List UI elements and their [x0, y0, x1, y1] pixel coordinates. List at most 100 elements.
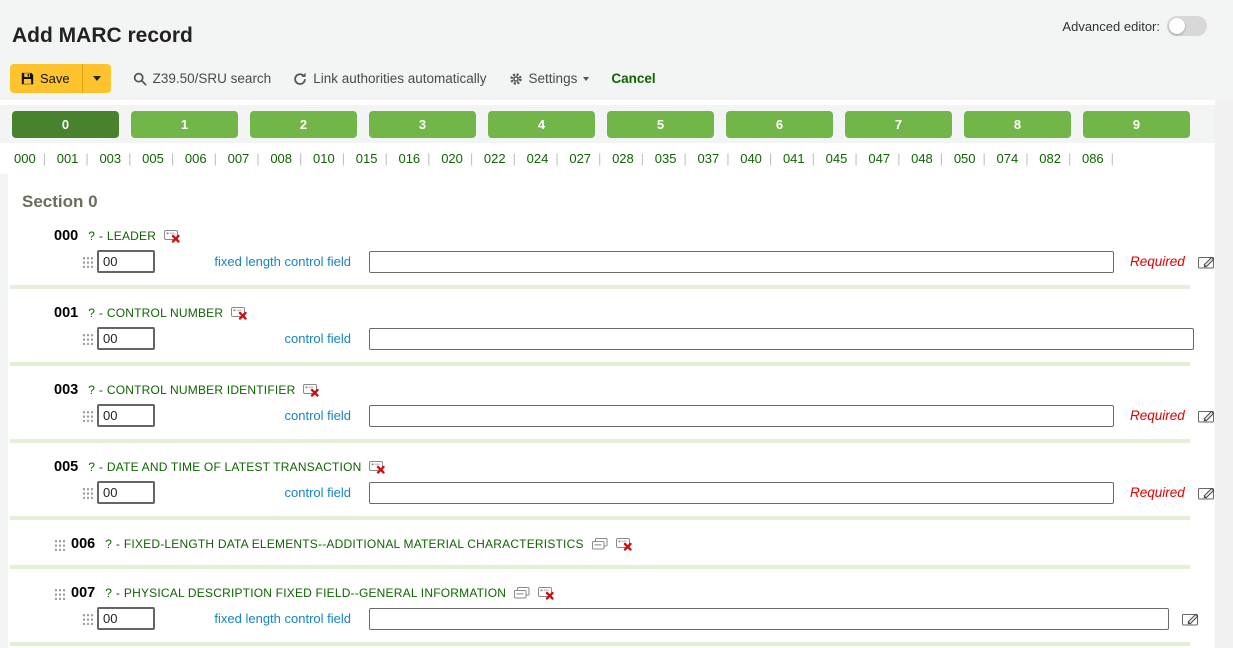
subfield-value-input[interactable]	[369, 328, 1194, 350]
tag-name-link[interactable]: DATE AND TIME OF LATEST TRANSACTION	[107, 460, 362, 474]
tag-name-link[interactable]: FIXED-LENGTH DATA ELEMENTS--ADDITIONAL M…	[124, 537, 584, 551]
section-tab-9[interactable]: 9	[1083, 111, 1190, 138]
indicator-input[interactable]	[97, 404, 155, 427]
tag-quicklink-050[interactable]: 050	[954, 151, 976, 166]
save-button[interactable]: Save	[10, 64, 83, 93]
subfield-label-link[interactable]: control field	[285, 408, 351, 423]
tag-quicklink-020[interactable]: 020	[441, 151, 463, 166]
tag-quicklink-001[interactable]: 001	[57, 151, 79, 166]
tag-quicklink-000[interactable]: 000	[14, 151, 36, 166]
marc-field-005: 005 ? - DATE AND TIME OF LATEST TRANSACT…	[22, 458, 1233, 520]
subfield-label: fixed length control field	[155, 611, 351, 626]
tag-quicklink-048[interactable]: 048	[911, 151, 933, 166]
tag-quicklink-008[interactable]: 008	[270, 151, 292, 166]
tag-name-link[interactable]: CONTROL NUMBER	[107, 306, 223, 320]
delete-tag-icon[interactable]	[538, 587, 555, 600]
section-tab-6[interactable]: 6	[726, 111, 833, 138]
z3950-search-button[interactable]: Z39.50/SRU search	[133, 71, 272, 86]
section-tab-0[interactable]: 0	[12, 111, 119, 138]
tag-quicklink-040[interactable]: 040	[740, 151, 762, 166]
cancel-button[interactable]: Cancel	[611, 71, 655, 86]
quicklink-divider: |	[256, 151, 259, 166]
tag-name-link[interactable]: PHYSICAL DESCRIPTION FIXED FIELD--GENERA…	[124, 586, 506, 600]
section-tab-1[interactable]: 1	[131, 111, 238, 138]
tag-quicklink-037[interactable]: 037	[698, 151, 720, 166]
tag-quicklink-045[interactable]: 045	[826, 151, 848, 166]
tag-help-link[interactable]: ?	[88, 460, 95, 474]
tag-help-link[interactable]: ?	[88, 229, 95, 243]
drag-handle[interactable]	[82, 409, 93, 422]
quicklink-divider: |	[1025, 151, 1028, 166]
tag-quicklink-015[interactable]: 015	[356, 151, 378, 166]
drag-handle[interactable]	[82, 612, 93, 625]
drag-handle[interactable]	[82, 486, 93, 499]
subfield-label-link[interactable]: fixed length control field	[214, 254, 351, 269]
tag-help-link[interactable]: ?	[88, 383, 95, 397]
delete-tag-icon[interactable]	[616, 538, 633, 551]
tag-help-link[interactable]: ?	[105, 586, 112, 600]
subfield-label-link[interactable]: control field	[285, 485, 351, 500]
clone-tag-icon[interactable]	[514, 587, 530, 599]
tag-quicklink-028[interactable]: 028	[612, 151, 634, 166]
section-tab-2[interactable]: 2	[250, 111, 357, 138]
tag-quicklink-022[interactable]: 022	[484, 151, 506, 166]
section-tab-8[interactable]: 8	[964, 111, 1071, 138]
indicator-input[interactable]	[97, 250, 155, 273]
open-editor-icon[interactable]	[1198, 255, 1216, 269]
link-authorities-button[interactable]: Link authorities automatically	[293, 71, 486, 86]
save-dropdown-button[interactable]	[83, 64, 111, 93]
delete-tag-icon[interactable]	[369, 461, 386, 474]
delete-tag-icon[interactable]	[231, 307, 248, 320]
open-editor-icon[interactable]	[1198, 486, 1216, 500]
open-editor-icon[interactable]	[1182, 612, 1200, 626]
delete-tag-icon[interactable]	[303, 384, 320, 397]
tag-quicklink-item: 020|	[441, 151, 480, 166]
tag-quicklink-082[interactable]: 082	[1039, 151, 1061, 166]
delete-tag-icon[interactable]	[164, 230, 181, 243]
tag-quicklink-item: 006|	[185, 151, 224, 166]
tag-quicklink-074[interactable]: 074	[997, 151, 1019, 166]
scrollbar-track[interactable]	[1215, 100, 1233, 648]
section-tab-7[interactable]: 7	[845, 111, 952, 138]
tag-name-link[interactable]: LEADER	[107, 229, 156, 243]
drag-handle[interactable]	[82, 255, 93, 268]
section-tab-5[interactable]: 5	[607, 111, 714, 138]
subfield-value-input[interactable]	[369, 608, 1169, 630]
subfield-value-input[interactable]	[369, 251, 1114, 273]
field-separator	[10, 565, 1190, 569]
tag-number: 005	[54, 459, 78, 475]
tag-quicklink-047[interactable]: 047	[868, 151, 890, 166]
tag-help-link[interactable]: ?	[105, 537, 112, 551]
tag-quicklink-006[interactable]: 006	[185, 151, 207, 166]
indicator-input[interactable]	[97, 607, 155, 630]
indicator-input[interactable]	[97, 481, 155, 504]
advanced-editor-toggle[interactable]	[1167, 16, 1207, 36]
tag-quicklink-086[interactable]: 086	[1082, 151, 1104, 166]
drag-handle[interactable]	[54, 538, 65, 551]
tag-quicklink-005[interactable]: 005	[142, 151, 164, 166]
tag-quicklink-035[interactable]: 035	[655, 151, 677, 166]
subfield-value-input[interactable]	[369, 405, 1114, 427]
tag-quicklink-010[interactable]: 010	[313, 151, 335, 166]
quicklink-divider: |	[171, 151, 174, 166]
tag-quicklink-016[interactable]: 016	[398, 151, 420, 166]
subfield-label-link[interactable]: control field	[285, 331, 351, 346]
drag-handle[interactable]	[82, 332, 93, 345]
section-tab-4[interactable]: 4	[488, 111, 595, 138]
tag-quicklink-007[interactable]: 007	[228, 151, 250, 166]
tag-quicklink-041[interactable]: 041	[783, 151, 805, 166]
tag-name-link[interactable]: CONTROL NUMBER IDENTIFIER	[107, 383, 296, 397]
tag-help-link[interactable]: ?	[88, 306, 95, 320]
subfield-label-link[interactable]: fixed length control field	[214, 611, 351, 626]
subfield-value-input[interactable]	[369, 482, 1114, 504]
tag-quicklink-027[interactable]: 027	[569, 151, 591, 166]
clone-tag-icon[interactable]	[592, 538, 608, 550]
section-tab-3[interactable]: 3	[369, 111, 476, 138]
tag-quicklink-003[interactable]: 003	[99, 151, 121, 166]
indicator-input[interactable]	[97, 327, 155, 350]
settings-dropdown[interactable]: Settings	[509, 71, 590, 86]
tag-dash: -	[99, 229, 103, 243]
open-editor-icon[interactable]	[1198, 409, 1216, 423]
drag-handle[interactable]	[54, 587, 65, 600]
tag-quicklink-024[interactable]: 024	[527, 151, 549, 166]
